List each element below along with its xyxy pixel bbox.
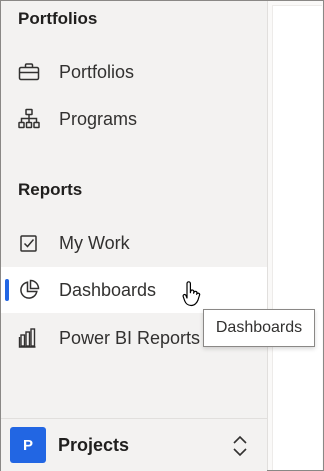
sidebar-item-label: Programs [59,108,138,129]
checkbox-icon [18,232,40,254]
tooltip: Dashboards [203,309,315,347]
sidebar-item-label: Power BI Reports [59,327,201,348]
main-content-area [268,1,322,470]
sidebar-item-portfolios[interactable]: Portfolios [1,49,267,95]
project-switcher-title: Projects [58,434,130,455]
sidebar-item-programs[interactable]: Programs [1,96,267,142]
section-header-reports: Reports [18,180,83,199]
pie-chart-icon [18,279,40,301]
sidebar: Portfolios Portfolios Programs Reports M… [1,1,268,471]
sidebar-item-my-work[interactable]: My Work [1,220,267,266]
chevron-up-down-icon[interactable] [231,434,249,458]
avatar: P [10,427,46,463]
org-chart-icon [18,108,40,130]
sidebar-item-label: My Work [59,232,130,253]
section-header-portfolios: Portfolios [18,9,98,28]
briefcase-icon [18,61,40,83]
project-switcher[interactable]: P Projects [1,418,267,471]
sidebar-item-label: Portfolios [59,61,135,82]
sidebar-item-dashboards[interactable]: Dashboards [1,267,267,313]
active-indicator [5,279,9,301]
content-panel [272,5,322,470]
power-bi-icon [18,327,40,349]
sidebar-item-label: Dashboards [59,279,157,300]
hand-cursor-icon [181,281,203,309]
